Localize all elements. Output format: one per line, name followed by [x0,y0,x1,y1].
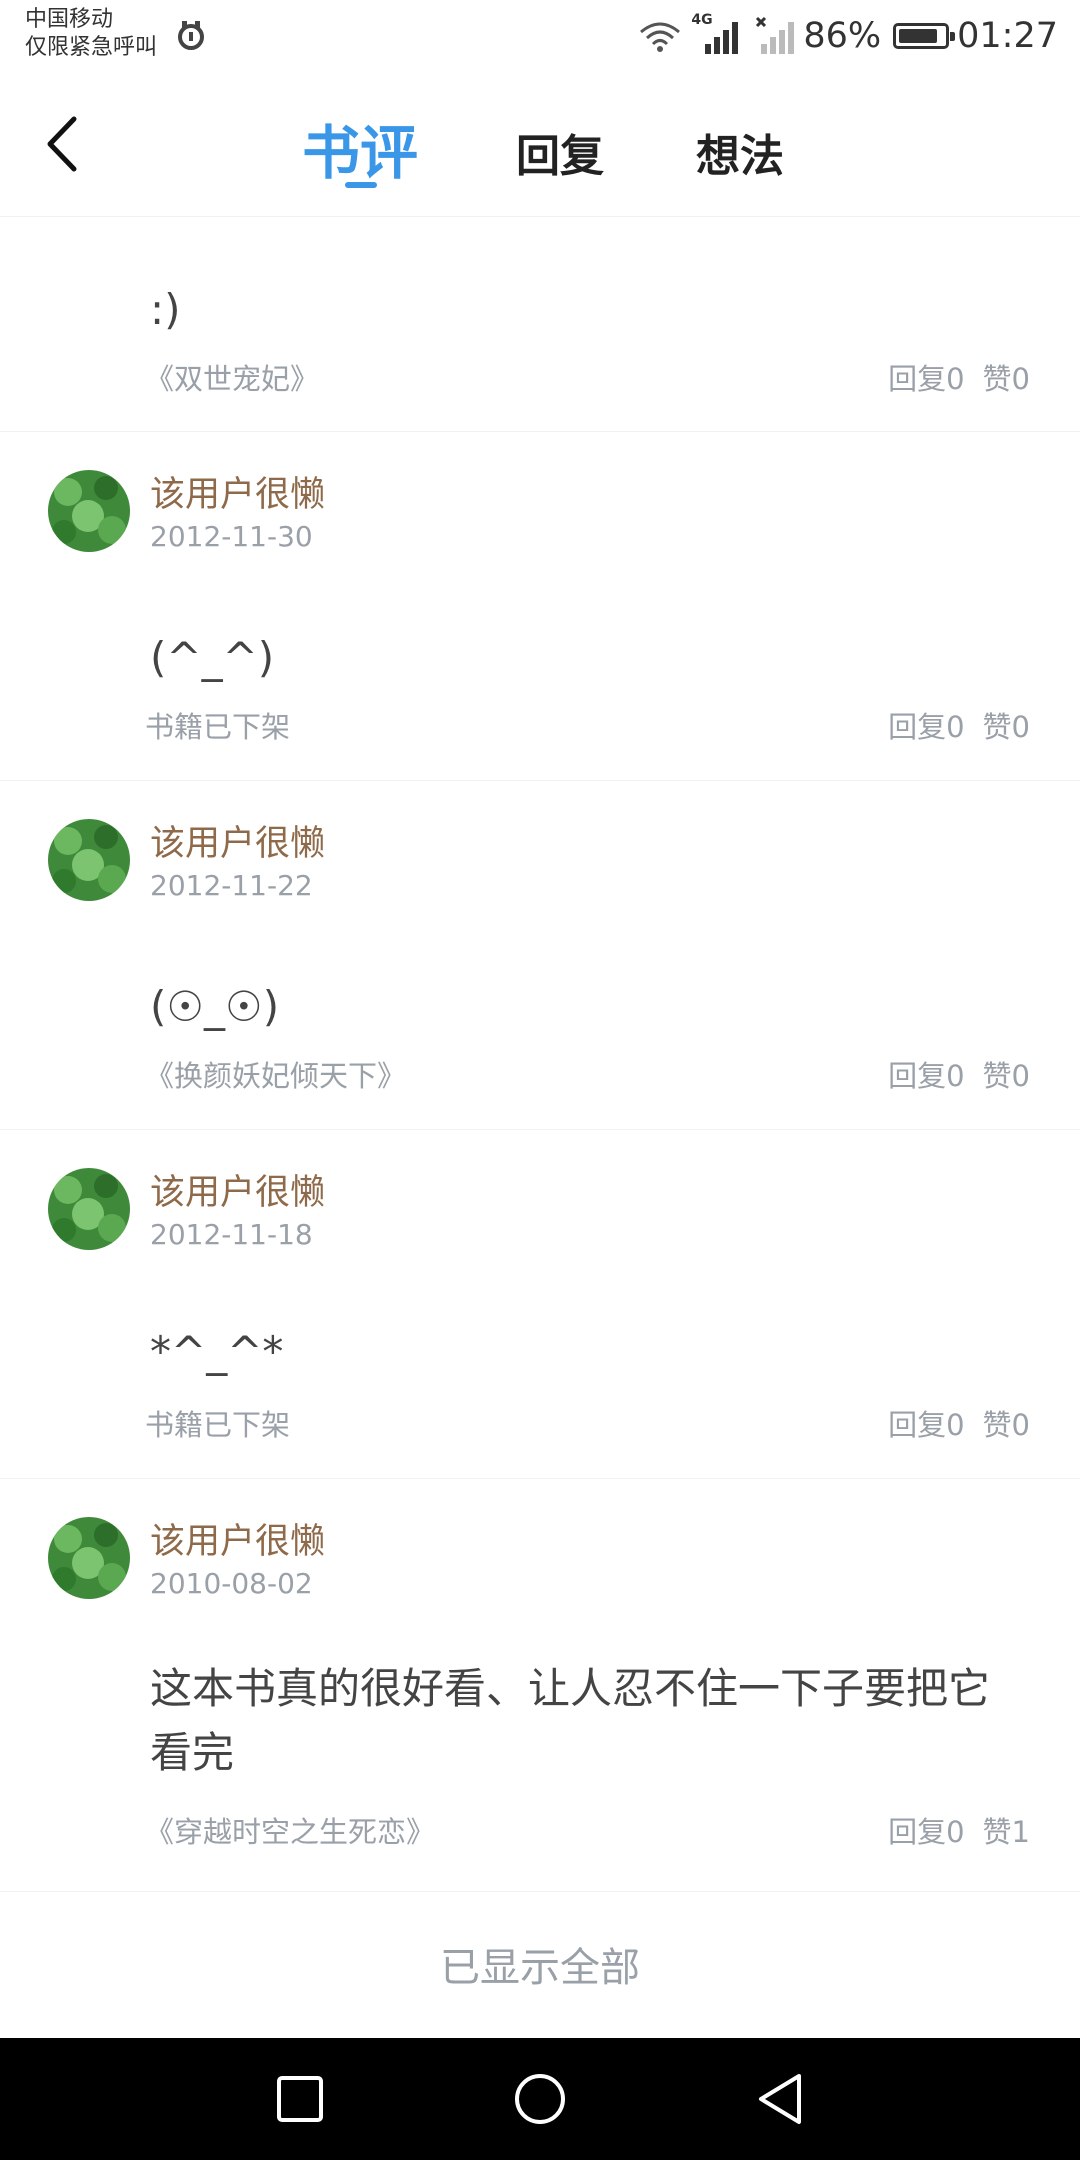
review-book-status: 书籍已下架 [145,1408,291,1442]
square-recents-icon [277,2076,323,2122]
avatar[interactable] [48,470,130,552]
tab-active-indicator [345,182,377,188]
notification-app-icon [178,21,204,50]
review-book-link[interactable]: 《换颜妖妃倾天下》 [145,1053,406,1095]
review-item[interactable]: 该用户很懒 2012-11-30 (^_^) 书籍已下架 回复0 赞0 [0,432,1080,781]
review-book-status: 书籍已下架 [145,710,291,744]
status-bar: 中国移动 仅限紧急呼叫 4G 86% 01:27 [0,0,1080,74]
carrier-name: 中国移动 [25,7,114,32]
page: 中国移动 仅限紧急呼叫 4G 86% 01:27 书评 回复 想法:) 《双世… [0,0,1080,2160]
triangle-back-icon [759,2074,801,2124]
username[interactable]: 该用户很懒 [150,1513,325,1564]
review-date: 2012-11-18 [150,1218,313,1251]
review-content: 这本书真的很好看、让人忍不住一下子要把它看完 [150,1664,991,1777]
review-stats: 回复0 赞1 [888,1809,1030,1851]
signal-no-sim-icon [756,16,795,54]
review-content: :) [150,285,181,334]
tab-replies[interactable]: 回复 [516,120,604,184]
carrier-info: 中国移动 仅限紧急呼叫 [25,6,157,62]
review-book-link[interactable]: 《穿越时空之生死恋》 [145,1809,435,1851]
reply-count[interactable]: 回复0 [888,356,964,398]
review-item[interactable]: 该用户很懒 2012-11-22 (☉_☉) 《换颜妖妃倾天下》 回复0 赞0 [0,781,1080,1130]
list-end-indicator: 已显示全部 [440,1945,640,1991]
battery-percent: 86% [803,16,882,56]
avatar[interactable] [48,1517,130,1599]
review-list: :) 《双世宠妃》 回复0 赞0 该用户很懒 2012-11-30 (^_^) … [0,216,1080,1892]
like-count[interactable]: 赞0 [983,1402,1030,1444]
reply-count[interactable]: 回复0 [888,704,964,746]
review-date: 2012-11-22 [150,869,313,902]
review-item[interactable]: :) 《双世宠妃》 回复0 赞0 [0,216,1080,432]
reply-count[interactable]: 回复0 [888,1053,964,1095]
tab-book-reviews[interactable]: 书评 [302,106,418,190]
avatar[interactable] [48,819,130,901]
back-nav-button[interactable] [720,2038,840,2160]
recents-button[interactable] [240,2038,360,2160]
review-content: (^_^) [150,633,275,682]
review-stats: 回复0 赞0 [888,704,1030,746]
circle-home-icon [515,2074,565,2124]
system-nav-bar [0,2038,1080,2160]
review-item[interactable]: 该用户很懒 2010-08-02 这本书真的很好看、让人忍不住一下子要把它看完 … [0,1479,1080,1892]
username[interactable]: 该用户很懒 [150,466,325,517]
like-count[interactable]: 赞0 [983,1053,1030,1095]
username[interactable]: 该用户很懒 [150,1164,325,1215]
battery-fill [899,29,938,43]
review-stats: 回复0 赞0 [888,1053,1030,1095]
clock: 01:27 [957,16,1058,56]
wifi-icon [640,22,681,52]
review-stats: 回复0 赞0 [888,1402,1030,1444]
tab-thoughts[interactable]: 想法 [696,120,784,184]
like-count[interactable]: 赞0 [983,356,1030,398]
like-count[interactable]: 赞1 [983,1809,1030,1851]
like-count[interactable]: 赞0 [983,704,1030,746]
header: 书评 回复 想法 [0,74,1080,217]
review-content: *^_^* [150,1327,284,1376]
review-book-link[interactable]: 《双世宠妃》 [145,356,319,398]
review-date: 2010-08-02 [150,1567,313,1600]
avatar[interactable] [48,1168,130,1250]
signal-4g-icon: 4G [691,12,747,56]
status-icons: 4G 86% 01:27 [637,10,1058,62]
review-item[interactable]: 该用户很懒 2012-11-18 *^_^* 书籍已下架 回复0 赞0 [0,1130,1080,1479]
username[interactable]: 该用户很懒 [150,815,325,866]
tab-bar: 书评 回复 想法 [0,74,1080,216]
review-content: (☉_☉) [150,982,280,1031]
review-date: 2012-11-30 [150,520,313,553]
home-button[interactable] [480,2038,600,2160]
reply-count[interactable]: 回复0 [888,1809,964,1851]
carrier-status: 仅限紧急呼叫 [25,35,158,60]
reply-count[interactable]: 回复0 [888,1402,964,1444]
battery-icon [893,23,956,49]
review-stats: 回复0 赞0 [888,356,1030,398]
